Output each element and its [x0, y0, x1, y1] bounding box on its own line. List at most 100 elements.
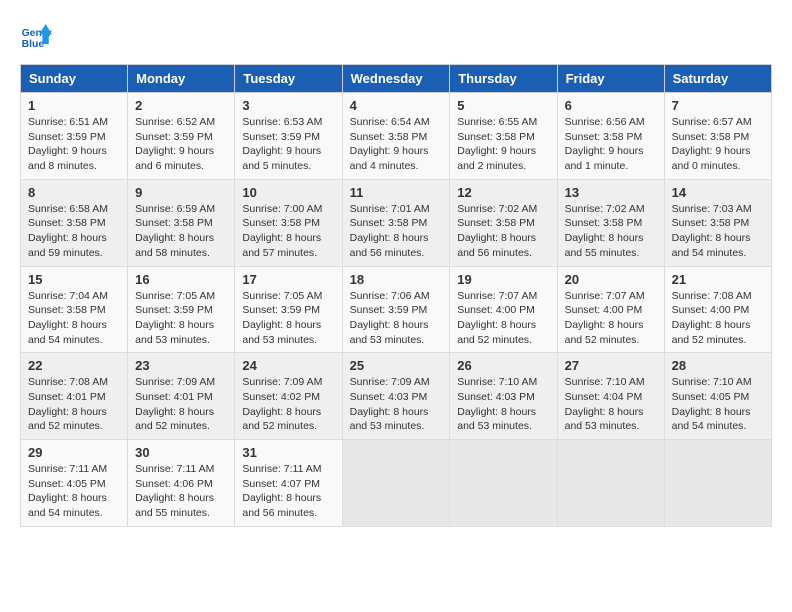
- day-number: 26: [457, 358, 549, 373]
- day-info: Sunrise: 7:02 AM Sunset: 3:58 PM Dayligh…: [565, 202, 657, 261]
- day-info: Sunrise: 6:51 AM Sunset: 3:59 PM Dayligh…: [28, 115, 120, 174]
- day-info: Sunrise: 7:04 AM Sunset: 3:58 PM Dayligh…: [28, 289, 120, 348]
- day-number: 15: [28, 272, 120, 287]
- day-cell: 25 Sunrise: 7:09 AM Sunset: 4:03 PM Dayli…: [342, 353, 450, 440]
- day-info: Sunrise: 6:54 AM Sunset: 3:58 PM Dayligh…: [350, 115, 443, 174]
- day-cell: 13 Sunrise: 7:02 AM Sunset: 3:58 PM Dayli…: [557, 179, 664, 266]
- day-cell: 1 Sunrise: 6:51 AM Sunset: 3:59 PM Daylig…: [21, 93, 128, 180]
- day-info: Sunrise: 7:06 AM Sunset: 3:59 PM Dayligh…: [350, 289, 443, 348]
- day-info: Sunrise: 7:08 AM Sunset: 4:00 PM Dayligh…: [672, 289, 764, 348]
- week-row-0: 1 Sunrise: 6:51 AM Sunset: 3:59 PM Daylig…: [21, 93, 772, 180]
- day-number: 12: [457, 185, 549, 200]
- day-cell: 24Sunrise: 7:09 AM Sunset: 4:02 PM Dayli…: [235, 353, 342, 440]
- day-cell: 2 Sunrise: 6:52 AM Sunset: 3:59 PM Daylig…: [128, 93, 235, 180]
- day-cell: [557, 440, 664, 527]
- day-number: 14: [672, 185, 764, 200]
- week-row-1: 8 Sunrise: 6:58 AM Sunset: 3:58 PM Daylig…: [21, 179, 772, 266]
- day-cell: [664, 440, 771, 527]
- day-number: 23: [135, 358, 227, 373]
- day-info: Sunrise: 7:01 AM Sunset: 3:58 PM Dayligh…: [350, 202, 443, 261]
- header-cell-saturday: Saturday: [664, 65, 771, 93]
- week-row-3: 22 Sunrise: 7:08 AM Sunset: 4:01 PM Dayli…: [21, 353, 772, 440]
- day-cell: 31 Sunrise: 7:11 AM Sunset: 4:07 PM Dayli…: [235, 440, 342, 527]
- day-cell: 28Sunrise: 7:10 AM Sunset: 4:05 PM Dayli…: [664, 353, 771, 440]
- day-info: Sunrise: 7:08 AM Sunset: 4:01 PM Dayligh…: [28, 375, 120, 434]
- day-info: Sunrise: 7:00 AM Sunset: 3:58 PM Dayligh…: [242, 202, 334, 261]
- day-cell: 26 Sunrise: 7:10 AM Sunset: 4:03 PM Dayli…: [450, 353, 557, 440]
- day-info: Sunrise: 6:57 AM Sunset: 3:58 PM Dayligh…: [672, 115, 764, 174]
- logo: General Blue: [20, 20, 56, 52]
- day-number: 4: [350, 98, 443, 113]
- day-number: 8: [28, 185, 120, 200]
- header-cell-sunday: Sunday: [21, 65, 128, 93]
- day-cell: 11Sunrise: 7:01 AM Sunset: 3:58 PM Dayli…: [342, 179, 450, 266]
- day-number: 31: [242, 445, 334, 460]
- day-info: Sunrise: 6:59 AM Sunset: 3:58 PM Dayligh…: [135, 202, 227, 261]
- day-info: Sunrise: 7:11 AM Sunset: 4:07 PM Dayligh…: [242, 462, 334, 521]
- day-cell: 5 Sunrise: 6:55 AM Sunset: 3:58 PM Daylig…: [450, 93, 557, 180]
- day-cell: 30Sunrise: 7:11 AM Sunset: 4:06 PM Dayli…: [128, 440, 235, 527]
- week-row-2: 15 Sunrise: 7:04 AM Sunset: 3:58 PM Dayli…: [21, 266, 772, 353]
- header-cell-wednesday: Wednesday: [342, 65, 450, 93]
- day-cell: 29Sunrise: 7:11 AM Sunset: 4:05 PM Dayli…: [21, 440, 128, 527]
- day-number: 3: [242, 98, 334, 113]
- day-number: 10: [242, 185, 334, 200]
- day-cell: 18 Sunrise: 7:06 AM Sunset: 3:59 PM Dayli…: [342, 266, 450, 353]
- day-cell: 7 Sunrise: 6:57 AM Sunset: 3:58 PM Daylig…: [664, 93, 771, 180]
- header-cell-tuesday: Tuesday: [235, 65, 342, 93]
- day-number: 9: [135, 185, 227, 200]
- day-info: Sunrise: 6:56 AM Sunset: 3:58 PM Dayligh…: [565, 115, 657, 174]
- day-number: 5: [457, 98, 549, 113]
- day-info: Sunrise: 6:55 AM Sunset: 3:58 PM Dayligh…: [457, 115, 549, 174]
- day-number: 22: [28, 358, 120, 373]
- day-number: 16: [135, 272, 227, 287]
- day-info: Sunrise: 7:10 AM Sunset: 4:03 PM Dayligh…: [457, 375, 549, 434]
- page-header: General Blue: [20, 20, 772, 52]
- day-info: Sunrise: 7:05 AM Sunset: 3:59 PM Dayligh…: [242, 289, 334, 348]
- day-cell: 3Sunrise: 6:53 AM Sunset: 3:59 PM Daylig…: [235, 93, 342, 180]
- day-info: Sunrise: 7:03 AM Sunset: 3:58 PM Dayligh…: [672, 202, 764, 261]
- day-number: 6: [565, 98, 657, 113]
- day-cell: 6 Sunrise: 6:56 AM Sunset: 3:58 PM Daylig…: [557, 93, 664, 180]
- day-number: 21: [672, 272, 764, 287]
- day-cell: 19 Sunrise: 7:07 AM Sunset: 4:00 PM Dayli…: [450, 266, 557, 353]
- day-number: 19: [457, 272, 549, 287]
- day-info: Sunrise: 7:07 AM Sunset: 4:00 PM Dayligh…: [565, 289, 657, 348]
- day-info: Sunrise: 7:09 AM Sunset: 4:03 PM Dayligh…: [350, 375, 443, 434]
- day-cell: [342, 440, 450, 527]
- day-cell: 27 Sunrise: 7:10 AM Sunset: 4:04 PM Dayli…: [557, 353, 664, 440]
- day-number: 18: [350, 272, 443, 287]
- day-cell: 10 Sunrise: 7:00 AM Sunset: 3:58 PM Dayli…: [235, 179, 342, 266]
- day-cell: [450, 440, 557, 527]
- day-number: 17: [242, 272, 334, 287]
- header-cell-thursday: Thursday: [450, 65, 557, 93]
- day-number: 13: [565, 185, 657, 200]
- day-info: Sunrise: 7:09 AM Sunset: 4:01 PM Dayligh…: [135, 375, 227, 434]
- day-info: Sunrise: 7:10 AM Sunset: 4:04 PM Dayligh…: [565, 375, 657, 434]
- day-info: Sunrise: 7:02 AM Sunset: 3:58 PM Dayligh…: [457, 202, 549, 261]
- header-cell-friday: Friday: [557, 65, 664, 93]
- day-cell: 4 Sunrise: 6:54 AM Sunset: 3:58 PM Daylig…: [342, 93, 450, 180]
- day-number: 1: [28, 98, 120, 113]
- svg-text:Blue: Blue: [22, 39, 45, 50]
- day-cell: 16 Sunrise: 7:05 AM Sunset: 3:59 PM Dayli…: [128, 266, 235, 353]
- day-info: Sunrise: 6:58 AM Sunset: 3:58 PM Dayligh…: [28, 202, 120, 261]
- header-row: SundayMondayTuesdayWednesdayThursdayFrid…: [21, 65, 772, 93]
- day-cell: 21 Sunrise: 7:08 AM Sunset: 4:00 PM Dayli…: [664, 266, 771, 353]
- day-number: 30: [135, 445, 227, 460]
- day-info: Sunrise: 7:05 AM Sunset: 3:59 PM Dayligh…: [135, 289, 227, 348]
- day-info: Sunrise: 7:11 AM Sunset: 4:05 PM Dayligh…: [28, 462, 120, 521]
- day-number: 28: [672, 358, 764, 373]
- day-info: Sunrise: 7:07 AM Sunset: 4:00 PM Dayligh…: [457, 289, 549, 348]
- day-info: Sunrise: 6:52 AM Sunset: 3:59 PM Dayligh…: [135, 115, 227, 174]
- day-number: 2: [135, 98, 227, 113]
- day-cell: 14 Sunrise: 7:03 AM Sunset: 3:58 PM Dayli…: [664, 179, 771, 266]
- day-cell: 23 Sunrise: 7:09 AM Sunset: 4:01 PM Dayli…: [128, 353, 235, 440]
- day-number: 7: [672, 98, 764, 113]
- day-cell: 22 Sunrise: 7:08 AM Sunset: 4:01 PM Dayli…: [21, 353, 128, 440]
- day-number: 24: [242, 358, 334, 373]
- day-number: 25: [350, 358, 443, 373]
- day-number: 20: [565, 272, 657, 287]
- day-cell: 8 Sunrise: 6:58 AM Sunset: 3:58 PM Daylig…: [21, 179, 128, 266]
- day-number: 27: [565, 358, 657, 373]
